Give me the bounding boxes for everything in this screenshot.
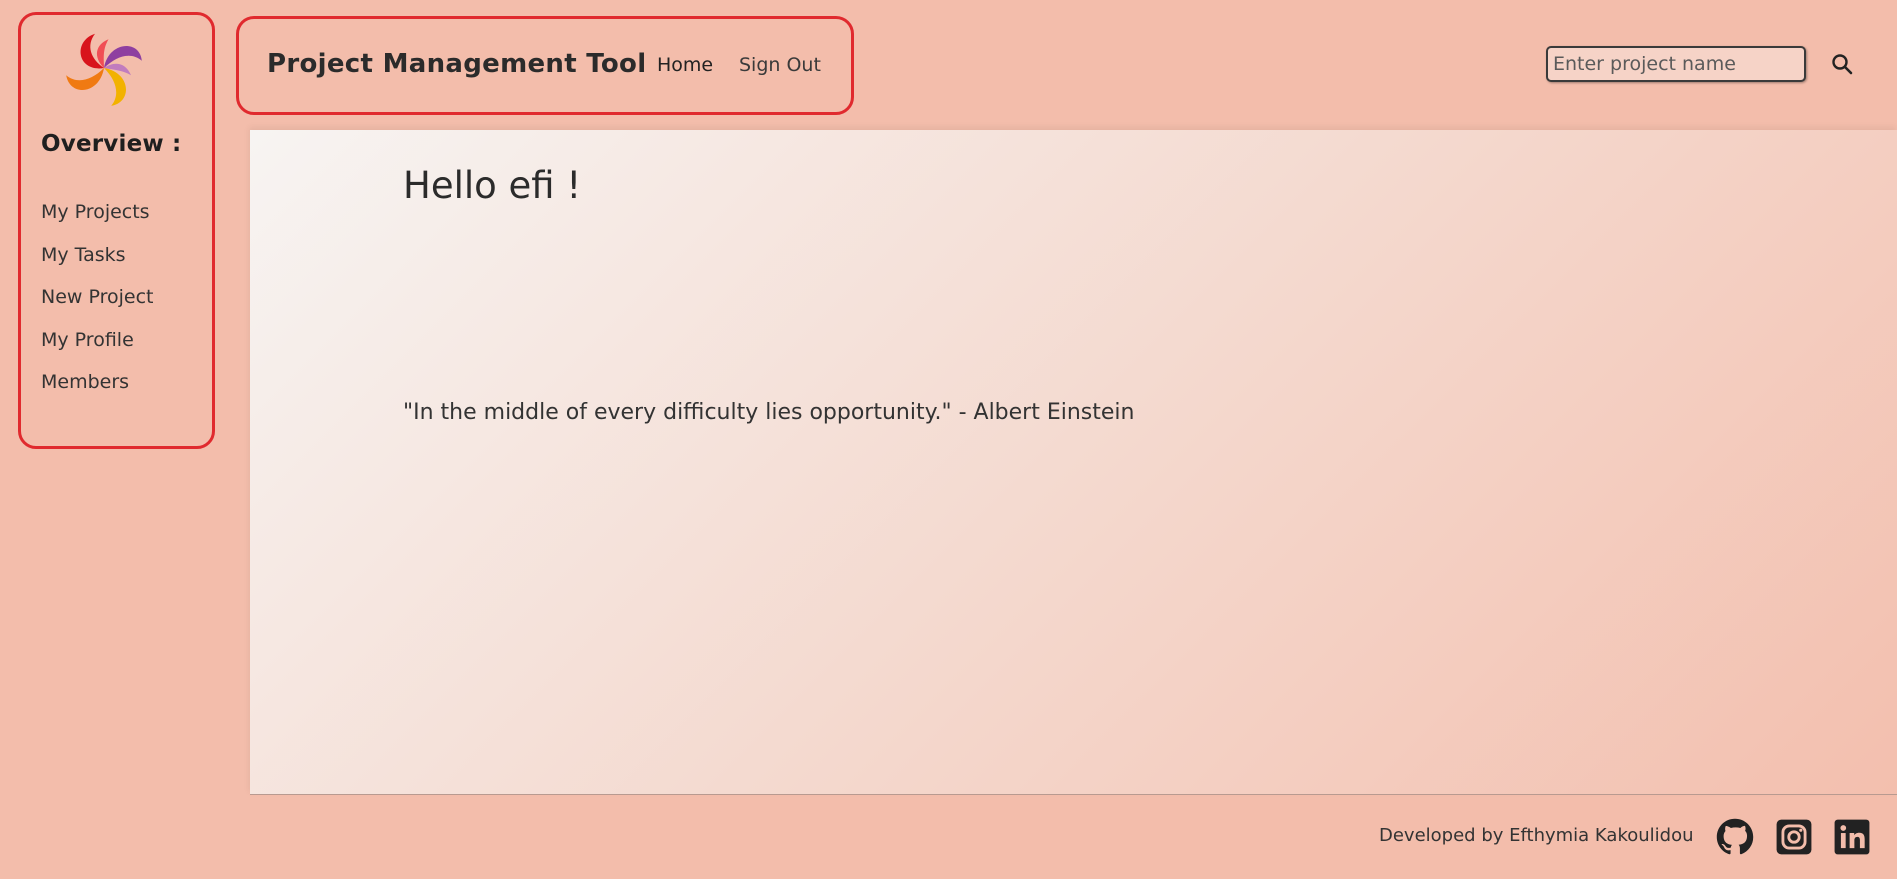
footer-credit: Developed by Efthymia Kakoulidou: [1379, 825, 1694, 846]
app-logo: [66, 33, 142, 106]
sidebar-item-my-profile[interactable]: My Profile: [41, 319, 154, 362]
linkedin-icon[interactable]: [1833, 818, 1871, 856]
search-icon[interactable]: [1830, 52, 1854, 76]
sidebar-item-my-projects[interactable]: My Projects: [41, 191, 154, 234]
instagram-icon[interactable]: [1775, 818, 1813, 856]
sidebar-heading: Overview :: [41, 131, 182, 157]
sidebar-item-new-project[interactable]: New Project: [41, 276, 154, 319]
sidebar-item-my-tasks[interactable]: My Tasks: [41, 234, 154, 277]
sidebar-menu: My Projects My Tasks New Project My Prof…: [41, 191, 154, 404]
top-nav: Project Management Tool Home Sign Out: [236, 16, 854, 115]
quote-text: "In the middle of every difficulty lies …: [403, 400, 1135, 425]
nav-home-link[interactable]: Home: [657, 54, 713, 76]
search-input[interactable]: [1546, 46, 1806, 82]
github-icon[interactable]: [1716, 818, 1754, 856]
nav-sign-out-link[interactable]: Sign Out: [739, 54, 821, 76]
main-content: Hello efi ! "In the middle of every diff…: [250, 130, 1897, 795]
sidebar-item-members[interactable]: Members: [41, 361, 154, 404]
greeting-heading: Hello efi !: [403, 164, 582, 207]
sidebar: Overview : My Projects My Tasks New Proj…: [18, 12, 215, 449]
brand-title[interactable]: Project Management Tool: [267, 49, 646, 79]
